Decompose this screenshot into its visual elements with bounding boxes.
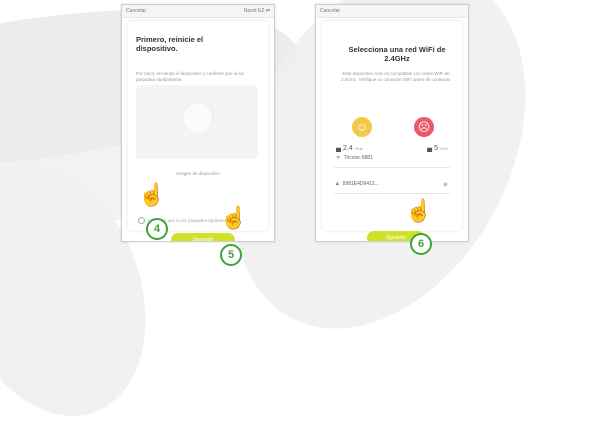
device-image-label: Imagen de dispositivo bbox=[176, 171, 220, 176]
device-image bbox=[184, 103, 212, 133]
router-icon: ▄ bbox=[336, 145, 341, 152]
device-image-area bbox=[136, 85, 258, 159]
phone-screen-select-wifi: Cancelar Selecciona una red WiFi de 2.4G… bbox=[315, 4, 469, 242]
top-bar: Cancelar bbox=[316, 5, 468, 18]
band-5ghz: ▄ 5 GHz bbox=[427, 145, 448, 152]
step-badge-4: 4 bbox=[146, 218, 168, 240]
network-row[interactable]: ᯤ Tricolor-5881 bbox=[336, 155, 373, 161]
info-text: Este dispositivo solo es compatible con … bbox=[340, 71, 452, 82]
tap-hand-icon: ☝ bbox=[220, 205, 248, 230]
divider bbox=[334, 193, 450, 194]
instructions-text: Por favor, encienda el dispositivo y con… bbox=[136, 71, 245, 82]
content-card: Selecciona una red WiFi de 2.4GHz Este d… bbox=[322, 21, 462, 241]
confirm-checkbox[interactable] bbox=[138, 217, 145, 224]
password-value: 8981E4D9412... bbox=[342, 181, 379, 187]
password-field[interactable]: 🔒︎ 8981E4D9412... bbox=[336, 181, 379, 187]
tap-hand-icon: ☝ bbox=[138, 182, 166, 207]
wifi-icon: ᯤ bbox=[336, 155, 341, 161]
step-badge-6: 6 bbox=[410, 233, 432, 255]
band-24ghz: ▄ 2.4 GHz bbox=[336, 145, 363, 152]
show-password-icon[interactable]: ◉ bbox=[443, 181, 448, 188]
step-badge-5: 5 bbox=[220, 244, 242, 266]
page-title: Selecciona una red WiFi de 2.4GHz bbox=[348, 45, 446, 63]
network-name: Tricolor-5881 bbox=[343, 155, 373, 161]
cancel-link[interactable]: Cancelar bbox=[320, 8, 340, 14]
tap-hand-icon: ☝ bbox=[405, 198, 433, 223]
page-title: Primero, reinicie el dispositivo. bbox=[136, 35, 204, 53]
sad-face-icon: ☹ bbox=[414, 117, 434, 137]
network-mode-selector[interactable]: Nexxt EZ ⇄ bbox=[244, 8, 270, 14]
divider bbox=[334, 167, 450, 168]
happy-face-icon: ☺ bbox=[352, 117, 372, 137]
band-row: ▄ 2.4 GHz ▄ 5 GHz bbox=[336, 145, 448, 152]
router-icon: ▄ bbox=[427, 145, 433, 152]
cancel-link[interactable]: Cancelar bbox=[126, 8, 146, 14]
next-button[interactable]: Siguiente bbox=[171, 233, 235, 241]
lock-icon: 🔒︎ bbox=[336, 181, 339, 187]
top-bar: Cancelar Nexxt EZ ⇄ bbox=[122, 5, 274, 18]
